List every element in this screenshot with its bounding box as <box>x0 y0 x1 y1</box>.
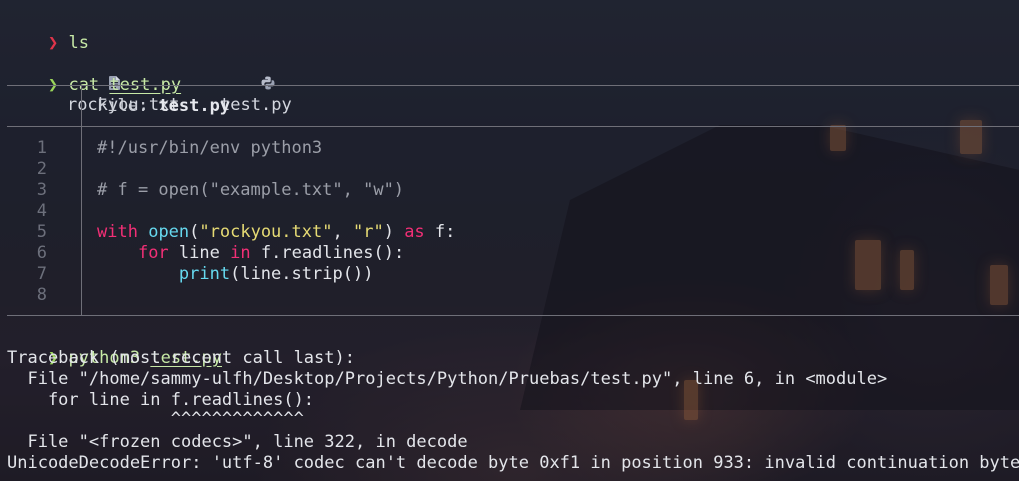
traceback-carets: ^^^^^^^^^^^^^ <box>7 409 304 429</box>
traceback-frame: File "<frozen codecs>", line 322, in dec… <box>7 432 468 452</box>
bat-file-name: test.py <box>158 96 231 116</box>
bat-header-border <box>7 126 1019 127</box>
code-line: print(line.strip()) <box>178 264 374 284</box>
code-line: with open("rockyou.txt", "r") as f: <box>97 222 456 242</box>
traceback-source: for line in f.readlines(): <box>7 390 315 410</box>
bat-file-header: File: test.py <box>97 96 230 117</box>
bat-bottom-border <box>7 315 1019 316</box>
file-entry-test-py: test.py <box>220 95 292 115</box>
prompt-line-ls: ❯ ls <box>7 12 89 53</box>
line-number: 8 <box>36 285 47 305</box>
line-number: 4 <box>36 201 47 221</box>
line-number: 3 <box>36 180 47 200</box>
code-line: for line in f.readlines(): <box>137 243 405 263</box>
bat-gutter-divider <box>81 126 82 315</box>
line-number: 6 <box>36 243 47 263</box>
prompt-line-cat: ❯ cat test.py <box>7 54 181 95</box>
bat-header-divider <box>81 85 82 126</box>
prompt-line-python: ❯ python3 test.py <box>7 327 222 368</box>
line-number: 2 <box>36 159 47 179</box>
error-message: UnicodeDecodeError: 'utf-8' codec can't … <box>7 453 1019 473</box>
traceback-frame: File "/home/sammy-ulfh/Desktop/Projects/… <box>7 369 888 389</box>
ls-output-line: rockyou.txt test.py <box>7 33 292 115</box>
line-number: 7 <box>36 264 47 284</box>
terminal-window[interactable]: ❯ ls rockyou.txt test.py ❯ cat test.py F… <box>0 0 1019 481</box>
bat-file-label: File: <box>97 96 149 116</box>
line-number: 5 <box>36 222 47 242</box>
code-line: #!/usr/bin/env python3 <box>97 138 323 158</box>
python-icon <box>200 54 275 90</box>
bat-top-border <box>7 85 1019 86</box>
line-number: 1 <box>36 138 47 158</box>
code-line: # f = open("example.txt", "w") <box>97 180 405 200</box>
traceback-header: Traceback (most recent call last): <box>7 348 355 368</box>
